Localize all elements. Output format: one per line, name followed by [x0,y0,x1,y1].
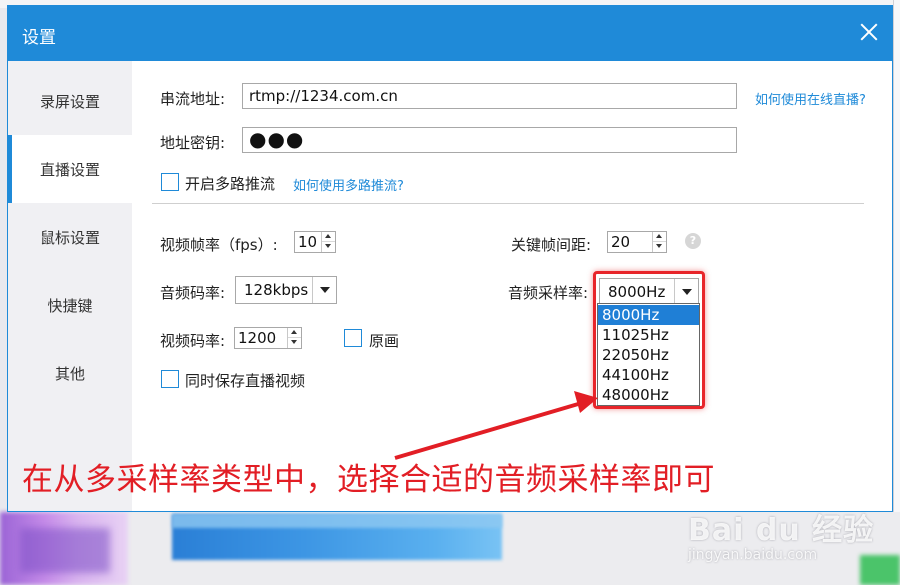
audio-bitrate-select[interactable]: 128kbps [235,276,337,304]
fps-stepper-arrows [321,232,335,252]
sidebar-item-other[interactable]: 其他 [8,339,132,407]
audio-bitrate-label: 音频码率: [160,284,226,302]
settings-dialog: 设置 录屏设置 直播设置 鼠标设置 快捷键 其他 [7,5,893,512]
watermark-url: jingyan.baidu.com [688,547,818,563]
sidebar-item-label: 直播设置 [39,160,100,179]
fps-increment-button[interactable] [322,232,335,242]
blurred-banner-strip [172,514,502,528]
save-live-video-checkbox[interactable] [161,370,179,388]
multi-push-help-link[interactable]: 如何使用多路推流? [293,175,404,194]
sidebar-item-label: 快捷键 [47,296,93,315]
save-live-video-label: 同时保存直播视频 [185,372,306,390]
video-bitrate-increment-button[interactable] [288,328,301,338]
sidebar-item-mouse-settings[interactable]: 鼠标设置 [8,203,132,271]
dialog-titlebar: 设置 [8,6,892,61]
original-quality-checkbox[interactable] [344,329,362,347]
multi-push-checkbox[interactable] [161,173,179,191]
annotation-highlight-box [593,271,705,409]
keyframe-label: 关键帧间距: [511,236,592,254]
stream-url-input[interactable]: rtmp://1234.com.cn [242,83,737,109]
fps-label: 视频帧率（fps）: [160,236,278,254]
video-bitrate-label: 视频码率: [160,332,226,350]
annotation-caption: 在从多采样率类型中，选择合适的音频采样率即可 [22,462,715,498]
video-bitrate-value: 1200 [238,329,277,347]
video-bitrate-stepper-arrows [287,328,301,348]
audio-samplerate-label: 音频采样率: [508,284,589,302]
blurred-thumbnail-detail [20,528,110,573]
chevron-down-icon[interactable] [312,277,336,303]
original-quality-label: 原画 [369,332,400,350]
fps-decrement-button[interactable] [322,242,335,252]
sidebar-item-shortcuts[interactable]: 快捷键 [8,271,132,339]
section-divider [152,203,864,204]
dialog-title: 设置 [22,28,56,48]
sidebar-item-label: 录屏设置 [39,92,100,111]
sidebar-item-label: 其他 [54,364,85,383]
fps-stepper[interactable]: 10 [294,231,336,253]
video-bitrate-stepper[interactable]: 1200 [234,327,302,349]
keyframe-increment-button[interactable] [653,232,666,242]
settings-sidebar: 录屏设置 直播设置 鼠标设置 快捷键 其他 [8,61,132,511]
keyframe-stepper[interactable]: 20 [607,231,667,253]
sidebar-item-label: 鼠标设置 [39,228,100,247]
stream-url-label: 串流地址: [160,90,226,108]
background-window-edge [893,0,900,585]
stream-key-label: 地址密钥: [160,134,226,152]
close-icon[interactable] [856,19,882,45]
question-icon[interactable]: ? [685,233,701,249]
audio-bitrate-value: 128kbps [244,281,309,299]
multi-push-label: 开启多路推流 [185,175,276,193]
sidebar-item-live-settings[interactable]: 直播设置 [8,135,132,203]
stream-key-input[interactable]: ●●● [242,127,737,153]
keyframe-value: 20 [611,233,631,251]
sidebar-item-record-settings[interactable]: 录屏设置 [8,67,132,135]
keyframe-stepper-arrows [652,232,666,252]
fps-value: 10 [298,233,318,251]
watermark-logo-text: Bai du 经验 [688,513,875,548]
video-bitrate-decrement-button[interactable] [288,338,301,348]
keyframe-decrement-button[interactable] [653,242,666,252]
baidu-jingyan-watermark: Bai du 经验 jingyan.baidu.com [688,505,888,577]
live-help-link[interactable]: 如何使用在线直播? [755,89,866,108]
